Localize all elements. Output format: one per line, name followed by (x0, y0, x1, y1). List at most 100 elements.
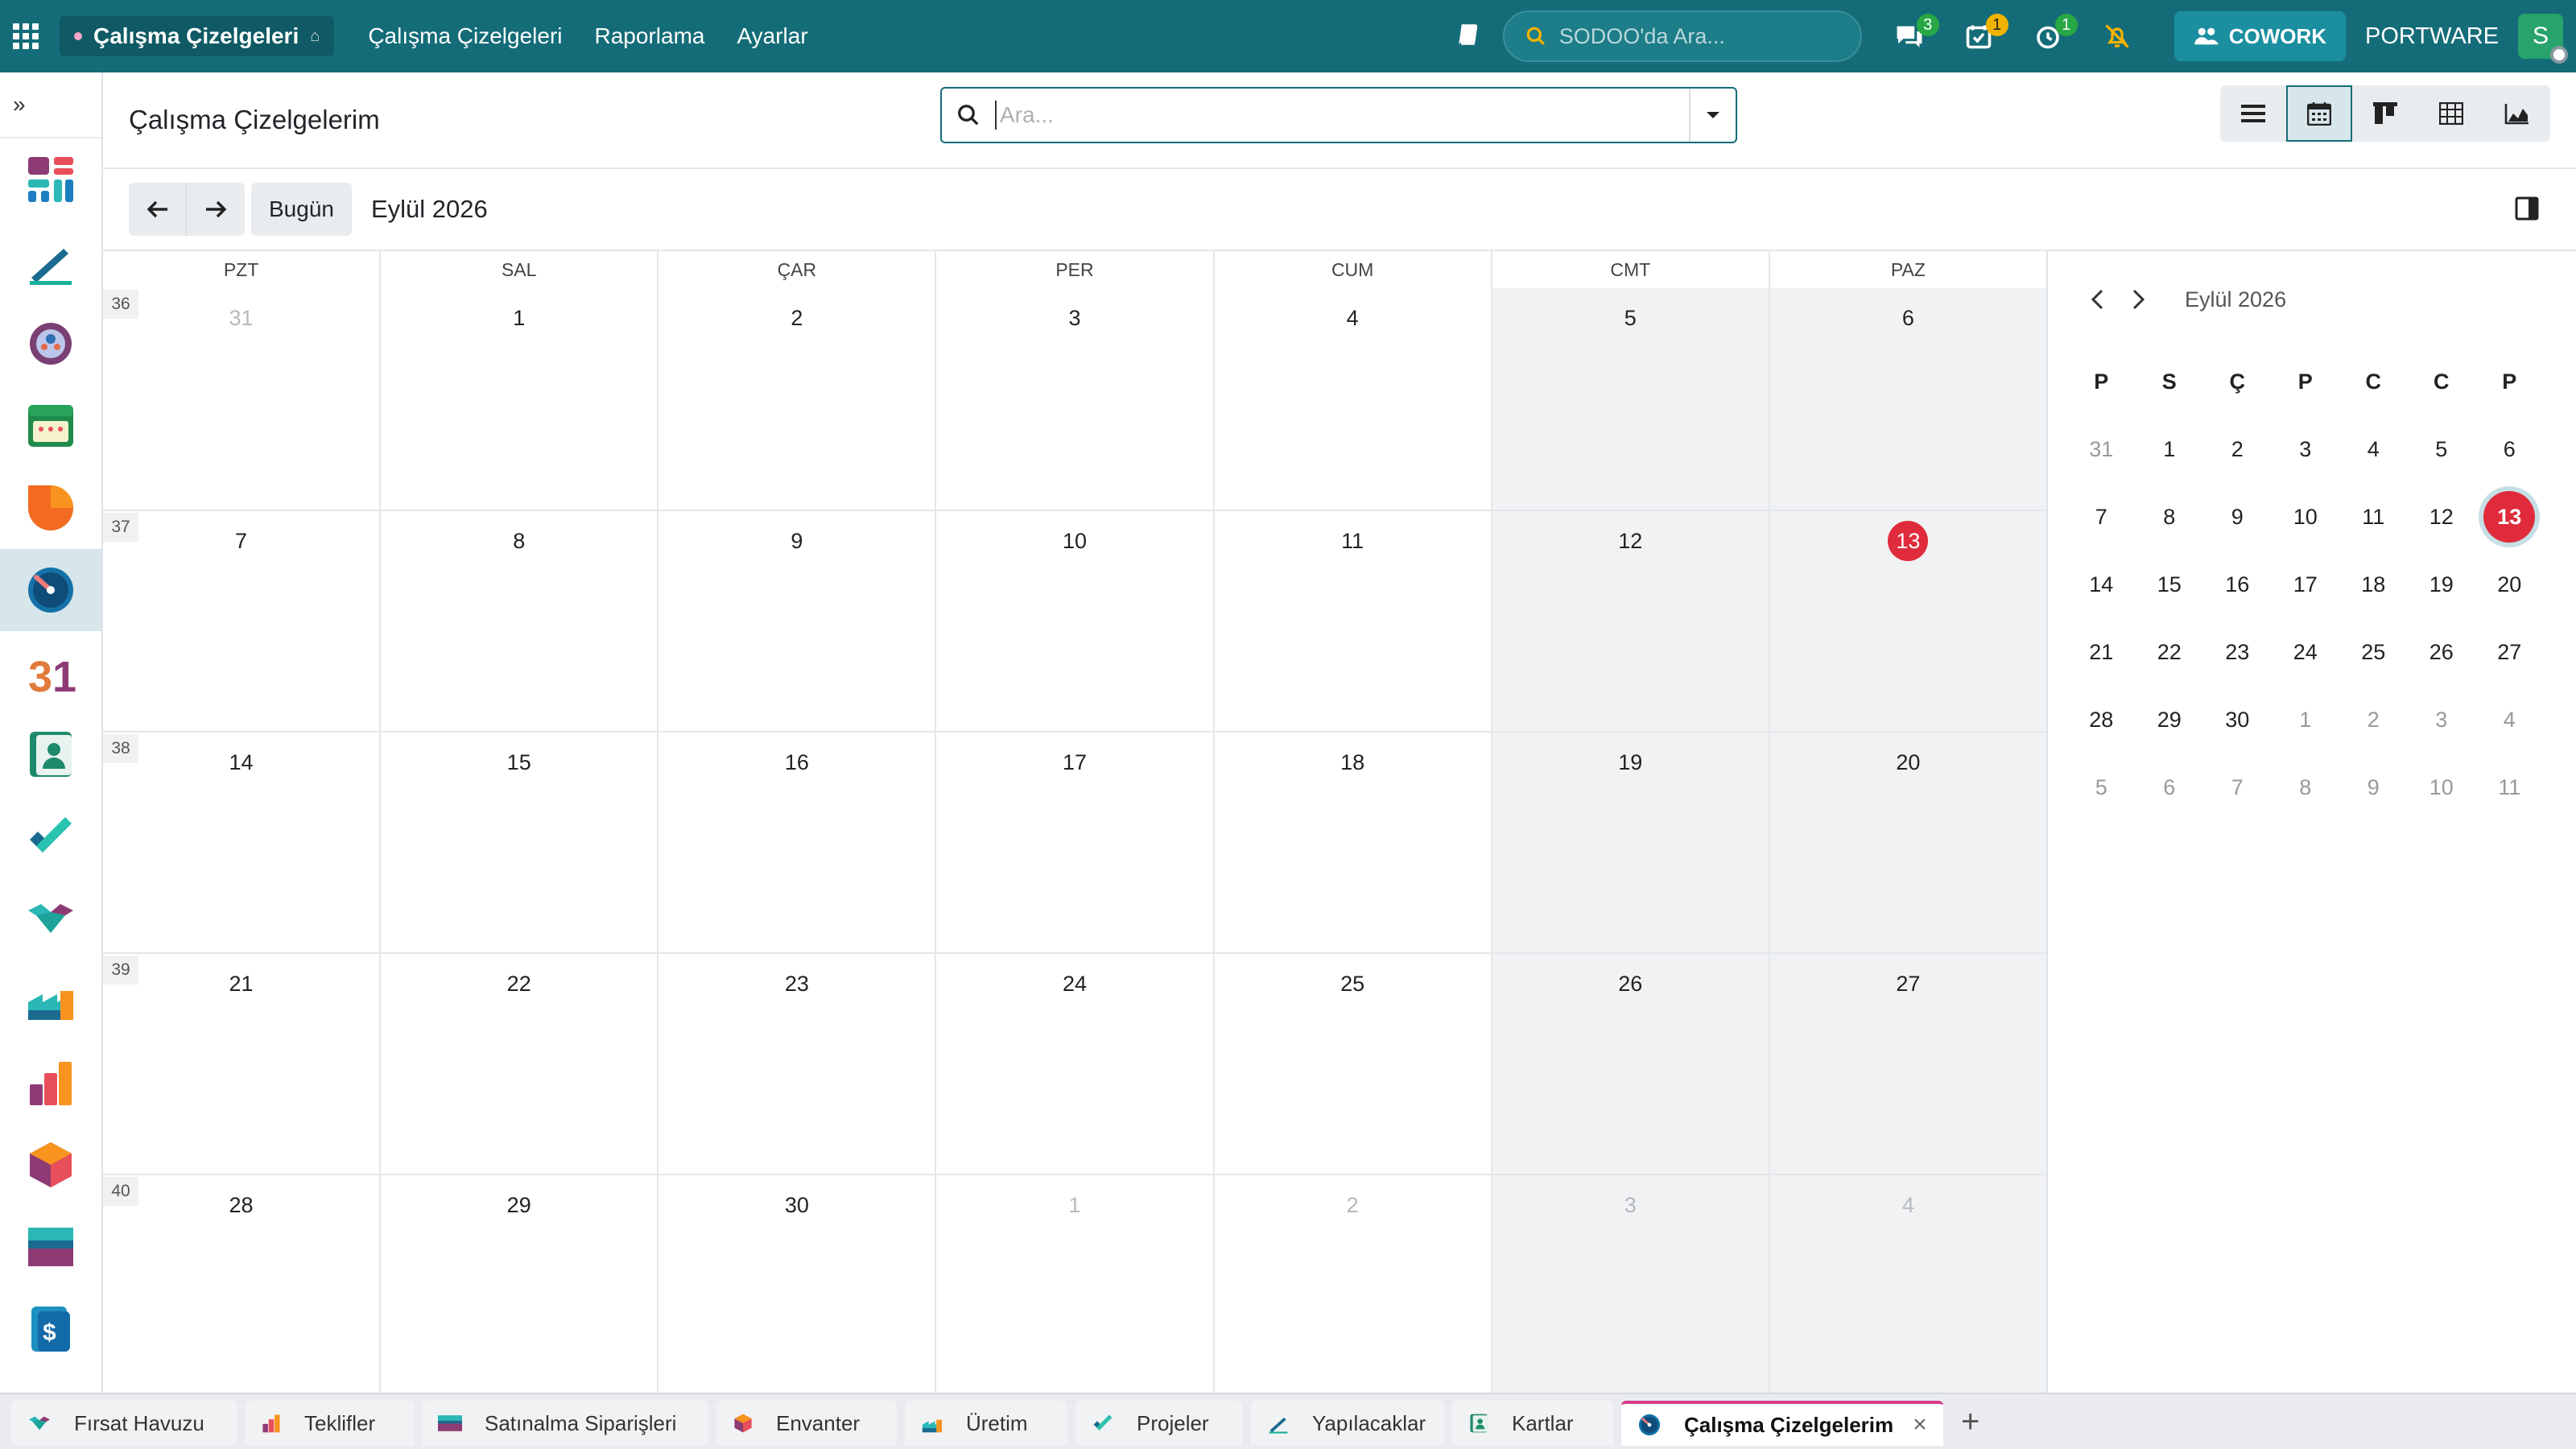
mini-day[interactable]: 23 (2203, 640, 2272, 665)
mini-next-button[interactable] (2132, 288, 2146, 311)
activities-button[interactable]: 1 (1954, 12, 2008, 60)
calendar-day[interactable]: 31 (103, 288, 382, 510)
sidebar-app-project[interactable] (0, 795, 101, 877)
view-kanban-button[interactable] (2352, 85, 2418, 142)
calendar-day[interactable]: 5 (1492, 288, 1770, 510)
mini-day[interactable]: 24 (2272, 640, 2340, 665)
calendar-day[interactable]: 4 (1769, 1175, 2046, 1395)
mini-day[interactable]: 12 (2408, 505, 2476, 530)
sidebar-app-crm[interactable] (0, 877, 101, 960)
calendar-day[interactable]: 17 (936, 733, 1215, 952)
calendar-day[interactable]: 26 (1492, 954, 1770, 1174)
sidebar-expand-button[interactable]: » (0, 72, 101, 138)
calendar-day[interactable]: 11 (1215, 511, 1492, 731)
sidebar-app-sales[interactable] (0, 1042, 101, 1124)
mini-day[interactable]: 8 (2136, 505, 2204, 530)
sidebar-app-manufacturing[interactable] (0, 960, 101, 1042)
company-switcher[interactable]: PORTWARE (2365, 23, 2499, 50)
calendar-day[interactable]: 8 (381, 511, 659, 731)
mini-day[interactable]: 20 (2475, 572, 2544, 597)
mini-day[interactable]: 10 (2408, 775, 2476, 800)
notifications-off-button[interactable] (2092, 12, 2142, 60)
mini-day[interactable]: 10 (2272, 505, 2340, 530)
mini-day[interactable]: 25 (2339, 640, 2408, 665)
menu-item-reporting[interactable]: Raporlama (595, 23, 705, 49)
mini-day[interactable]: 5 (2067, 775, 2136, 800)
mini-day[interactable]: 11 (2475, 775, 2544, 800)
calendar-day[interactable]: 15 (381, 733, 659, 952)
calendar-day[interactable]: 24 (936, 954, 1215, 1174)
mini-day[interactable]: 21 (2067, 640, 2136, 665)
view-pivot-button[interactable] (2418, 85, 2484, 142)
mini-day[interactable]: 1 (2136, 437, 2204, 462)
calendar-day[interactable]: 16 (658, 733, 937, 952)
today-button[interactable]: Bugün (251, 183, 352, 236)
mini-day[interactable]: 9 (2203, 505, 2272, 530)
calendar-day[interactable]: 7 (103, 511, 382, 731)
mini-prev-button[interactable] (2090, 288, 2104, 311)
calendar-day[interactable]: 21 (103, 954, 382, 1174)
timer-button[interactable]: 1 (2023, 12, 2078, 60)
calendar-day[interactable]: 29 (381, 1175, 659, 1395)
bottom-tab[interactable]: Kartlar (1452, 1401, 1613, 1446)
sidebar-app-discuss[interactable] (0, 467, 101, 549)
bottom-tab[interactable]: Satınalma Siparişleri (422, 1401, 708, 1446)
view-calendar-button[interactable] (2286, 85, 2352, 142)
calendar-day[interactable]: 27 (1769, 954, 2046, 1174)
mini-day[interactable]: 1 (2272, 708, 2340, 733)
sidebar-app-purchase[interactable] (0, 1206, 101, 1288)
sidebar-app-inventory[interactable] (0, 1124, 101, 1206)
bottom-tab[interactable]: Yapılacaklar (1251, 1401, 1444, 1446)
mini-day[interactable]: 18 (2339, 572, 2408, 597)
cowork-button[interactable]: COWORK (2174, 11, 2347, 61)
search-input[interactable] (995, 101, 1689, 130)
mini-day[interactable]: 5 (2408, 437, 2476, 462)
add-tab-button[interactable]: + (1961, 1404, 1979, 1440)
calendar-day[interactable]: 30 (658, 1175, 937, 1395)
mini-day[interactable]: 28 (2067, 708, 2136, 733)
view-graph-button[interactable] (2484, 85, 2550, 142)
app-menu-button[interactable] (0, 0, 52, 72)
menu-item-settings[interactable]: Ayarlar (737, 23, 807, 49)
mini-day[interactable]: 16 (2203, 572, 2272, 597)
mini-day[interactable]: 30 (2203, 708, 2272, 733)
bottom-tab[interactable]: Fırsat Havuzu (11, 1401, 237, 1446)
sidebar-app-contacts[interactable] (0, 713, 101, 795)
calendar-day[interactable]: 3 (936, 288, 1215, 510)
mini-day[interactable]: 4 (2339, 437, 2408, 462)
messages-button[interactable]: 3 (1885, 12, 1939, 60)
calendar-day[interactable]: 28 (103, 1175, 382, 1395)
sidebar-app-dashboard[interactable] (0, 138, 101, 221)
view-list-button[interactable] (2220, 85, 2286, 142)
user-avatar[interactable]: S (2518, 14, 2568, 64)
mini-day[interactable]: 3 (2408, 708, 2476, 733)
bottom-tab[interactable]: Çalışma Çizelgelerim × (1621, 1401, 1943, 1446)
mini-day[interactable]: 2 (2203, 437, 2272, 462)
calendar-day[interactable]: 12 (1492, 511, 1770, 731)
mini-day[interactable]: 6 (2136, 775, 2204, 800)
calendar-day[interactable]: 22 (381, 954, 659, 1174)
menu-item-timesheets[interactable]: Çalışma Çizelgeleri (368, 23, 562, 49)
bottom-tab[interactable]: Teklifler (245, 1401, 414, 1446)
mini-day-today[interactable]: 13 (2475, 491, 2544, 543)
sidebar-app-todo[interactable] (0, 221, 101, 303)
sidebar-app-invoicing[interactable]: $ (0, 1288, 101, 1370)
mini-day[interactable]: 7 (2067, 505, 2136, 530)
calendar-day[interactable]: 23 (658, 954, 937, 1174)
calendar-day[interactable]: 4 (1215, 288, 1492, 510)
bottom-tab[interactable]: Üretim (905, 1401, 1067, 1446)
calendar-day[interactable]: 14 (103, 733, 382, 952)
calendar-day[interactable]: 1 (936, 1175, 1215, 1395)
calendar-day-today[interactable]: 13 (1769, 511, 2046, 731)
sidepanel-toggle-button[interactable] (2515, 196, 2539, 225)
mini-day[interactable]: 9 (2339, 775, 2408, 800)
mini-day[interactable]: 31 (2067, 437, 2136, 462)
sidebar-app-hr[interactable] (0, 303, 101, 385)
mini-day[interactable]: 15 (2136, 572, 2204, 597)
current-app-chip[interactable]: Çalışma Çizelgeleri ⌂ (60, 16, 335, 56)
calendar-day[interactable]: 9 (658, 511, 937, 731)
sidebar-app-calendar[interactable]: 31 (0, 631, 101, 713)
mini-day[interactable]: 19 (2408, 572, 2476, 597)
mini-day[interactable]: 17 (2272, 572, 2340, 597)
mini-day[interactable]: 27 (2475, 640, 2544, 665)
